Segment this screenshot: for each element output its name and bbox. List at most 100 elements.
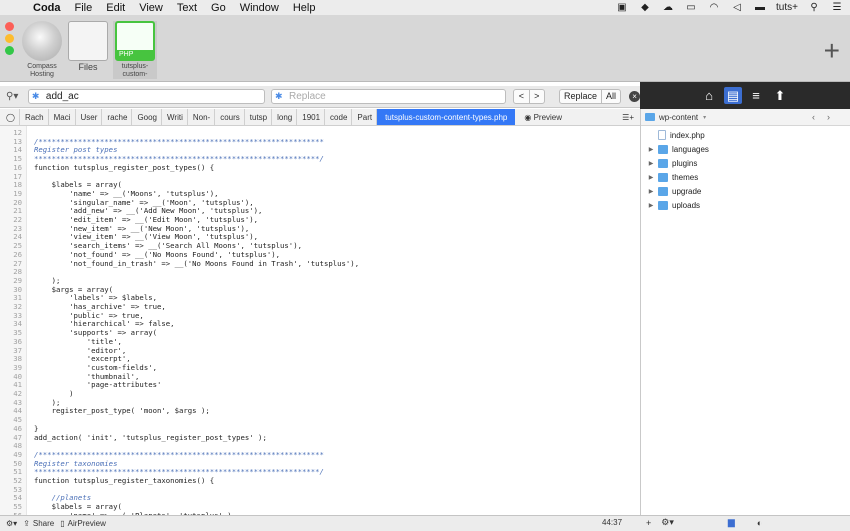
breadcrumb-item[interactable]: Goog [132,109,163,125]
breadcrumb-item[interactable]: long [272,109,298,125]
breadcrumb-item[interactable]: code [325,109,353,125]
add-file-icon[interactable]: + [646,518,651,528]
preview-button[interactable]: ◉ Preview [519,109,566,125]
close-find-icon[interactable]: × [629,91,640,102]
breadcrumb-item[interactable]: cours [215,109,245,125]
breadcrumb-item[interactable]: User [76,109,103,125]
replace-input[interactable]: ✱ Replace [271,89,507,104]
code-line[interactable]: 53 [0,485,640,495]
menu-go[interactable]: Go [211,2,226,14]
php-icon: PHP [115,21,155,61]
code-editor[interactable]: I 1213/*********************************… [0,126,640,515]
folder-item[interactable]: ▶ languages [641,142,709,156]
tree-item-label: languages [672,144,709,154]
breadcrumb: ◯ Rach Maci User rache Goog Writi Non- c… [0,109,640,126]
user-label[interactable]: tuts+ [776,2,798,13]
find-previous-button[interactable]: < [514,90,530,103]
file-item[interactable]: index.php [641,128,705,142]
site-compass-hosting[interactable]: Compass Hosting [20,21,64,79]
code-line[interactable]: 47 add_action( 'init', 'tutsplus_register… [0,433,640,443]
code-line[interactable]: 45 [0,415,640,425]
chevron-down-icon[interactable]: ▾ [703,114,706,121]
breadcrumb-item[interactable]: Part [352,109,378,125]
dropbox-icon[interactable]: ◆ [638,2,652,13]
publish-icon[interactable]: ⬆ [771,87,789,104]
menu-help[interactable]: Help [293,2,316,14]
folder-item[interactable]: ▶ uploads [641,198,700,212]
disclosure-triangle-icon[interactable]: ▶ [646,160,656,167]
files-view-icon[interactable]: ▤ [724,87,742,104]
minimize-window-button[interactable] [5,34,14,43]
site-files[interactable]: Files [66,21,110,73]
breadcrumb-item[interactable]: Rach [20,109,49,125]
add-site-button[interactable]: + [824,35,840,67]
file-navigation-arrows[interactable]: ‹› [812,112,850,122]
battery-icon[interactable]: ▬ [753,2,767,13]
spotlight-icon[interactable]: ⚲ [807,2,821,13]
code-line[interactable]: 41 'page-attributes' [0,381,640,390]
breadcrumb-item[interactable]: rache [102,109,133,125]
site-tutsplus-custom[interactable]: PHP tutsplus-custom- [113,21,157,79]
sync-icon[interactable]: ◐ [757,518,762,528]
code-line[interactable]: 42 ) [0,389,640,399]
menu-edit[interactable]: Edit [106,2,125,14]
code-line[interactable]: 44 register_post_type( 'moon', $args ); [0,407,640,416]
menu-window[interactable]: Window [240,2,279,14]
active-file-tab[interactable]: tutsplus-custom-content-types.php [377,109,516,125]
search-icon[interactable]: ⚲▾ [6,91,26,102]
menu-text[interactable]: Text [177,2,197,14]
screen-icon[interactable]: ▣ [615,2,629,13]
current-folder-label[interactable]: wp-content [659,113,698,122]
replace-button[interactable]: Replace [559,89,603,104]
disclosure-triangle-icon[interactable]: ▶ [646,188,656,195]
cloud-icon[interactable]: ☁ [661,2,675,13]
wifi-icon[interactable]: ◠ [707,2,721,13]
home-icon[interactable]: ⌂ [700,87,718,104]
menu-app-name[interactable]: Coda [33,2,61,14]
folder-item[interactable]: ▶ plugins [641,156,697,170]
breadcrumb-item[interactable]: 1901 [297,109,326,125]
find-next-button[interactable]: > [530,90,544,103]
volume-icon[interactable]: ◁ [730,2,744,13]
share-button[interactable]: ⇪ Share [23,519,54,528]
breadcrumb-item[interactable]: tutsp [245,109,273,125]
breadcrumb-back-icon[interactable]: ◯ [0,109,20,125]
menu-view[interactable]: View [139,2,163,14]
breadcrumb-item[interactable]: Non- [188,109,216,125]
folder-item[interactable]: ▶ themes [641,170,698,184]
folder-item[interactable]: ▶ upgrade [641,184,701,198]
disclosure-triangle-icon[interactable]: ▶ [646,202,656,209]
replace-all-button[interactable]: All [602,89,622,104]
folder-icon [658,200,668,210]
menu-file[interactable]: File [75,2,93,14]
file-panel-toolbar: ⌂ ▤ ≡ ⬆ [640,82,850,109]
panel-toggle-icon[interactable]: ▆ [728,517,735,528]
code-line[interactable]: 16 function tutsplus_register_post_types(… [0,163,640,173]
replace-options-icon[interactable]: ✱ [275,91,289,102]
zoom-window-button[interactable] [5,46,14,55]
files-icon [68,21,108,61]
share-icon: ⇪ [23,519,30,528]
breadcrumb-item[interactable]: Writi [162,109,188,125]
close-window-button[interactable] [5,22,14,31]
code-line[interactable]: 52 function tutsplus_register_taxonomies(… [0,476,640,486]
file-browser-panel: wp-content ▾ ‹› index.php ▶ languages ▶ plug… [640,109,850,515]
code-line[interactable]: 28 [0,267,640,277]
find-options-icon[interactable]: ✱ [32,91,46,102]
code-line[interactable]: 27 'not_found_in_trash' => __('No Moons … [0,259,640,269]
disclosure-triangle-icon[interactable]: ▶ [646,174,656,181]
tab-overflow-icon[interactable]: ☰+ [617,109,640,125]
settings-gear-icon[interactable]: ⚙▾ [6,519,17,528]
action-gear-icon[interactable]: ⚙▾ [661,517,674,528]
disclosure-triangle-icon[interactable]: ▶ [646,146,656,153]
list-view-icon[interactable]: ≡ [747,87,765,104]
airplay-icon[interactable]: ▭ [684,2,698,13]
notifications-icon[interactable]: ☰ [830,2,844,13]
compass-icon [22,21,62,61]
site-label: Compass Hosting [27,63,57,78]
menu-status-area: ▣ ◆ ☁ ▭ ◠ ◁ ▬ tuts+ ⚲ ☰ [615,0,844,15]
file-panel-actions: + ⚙▾ ▆ ◐ [646,517,762,528]
breadcrumb-item[interactable]: Maci [49,109,76,125]
find-input[interactable]: ✱ add_ac [27,89,266,104]
airpreview-button[interactable]: ▯ AirPreview [60,519,106,528]
